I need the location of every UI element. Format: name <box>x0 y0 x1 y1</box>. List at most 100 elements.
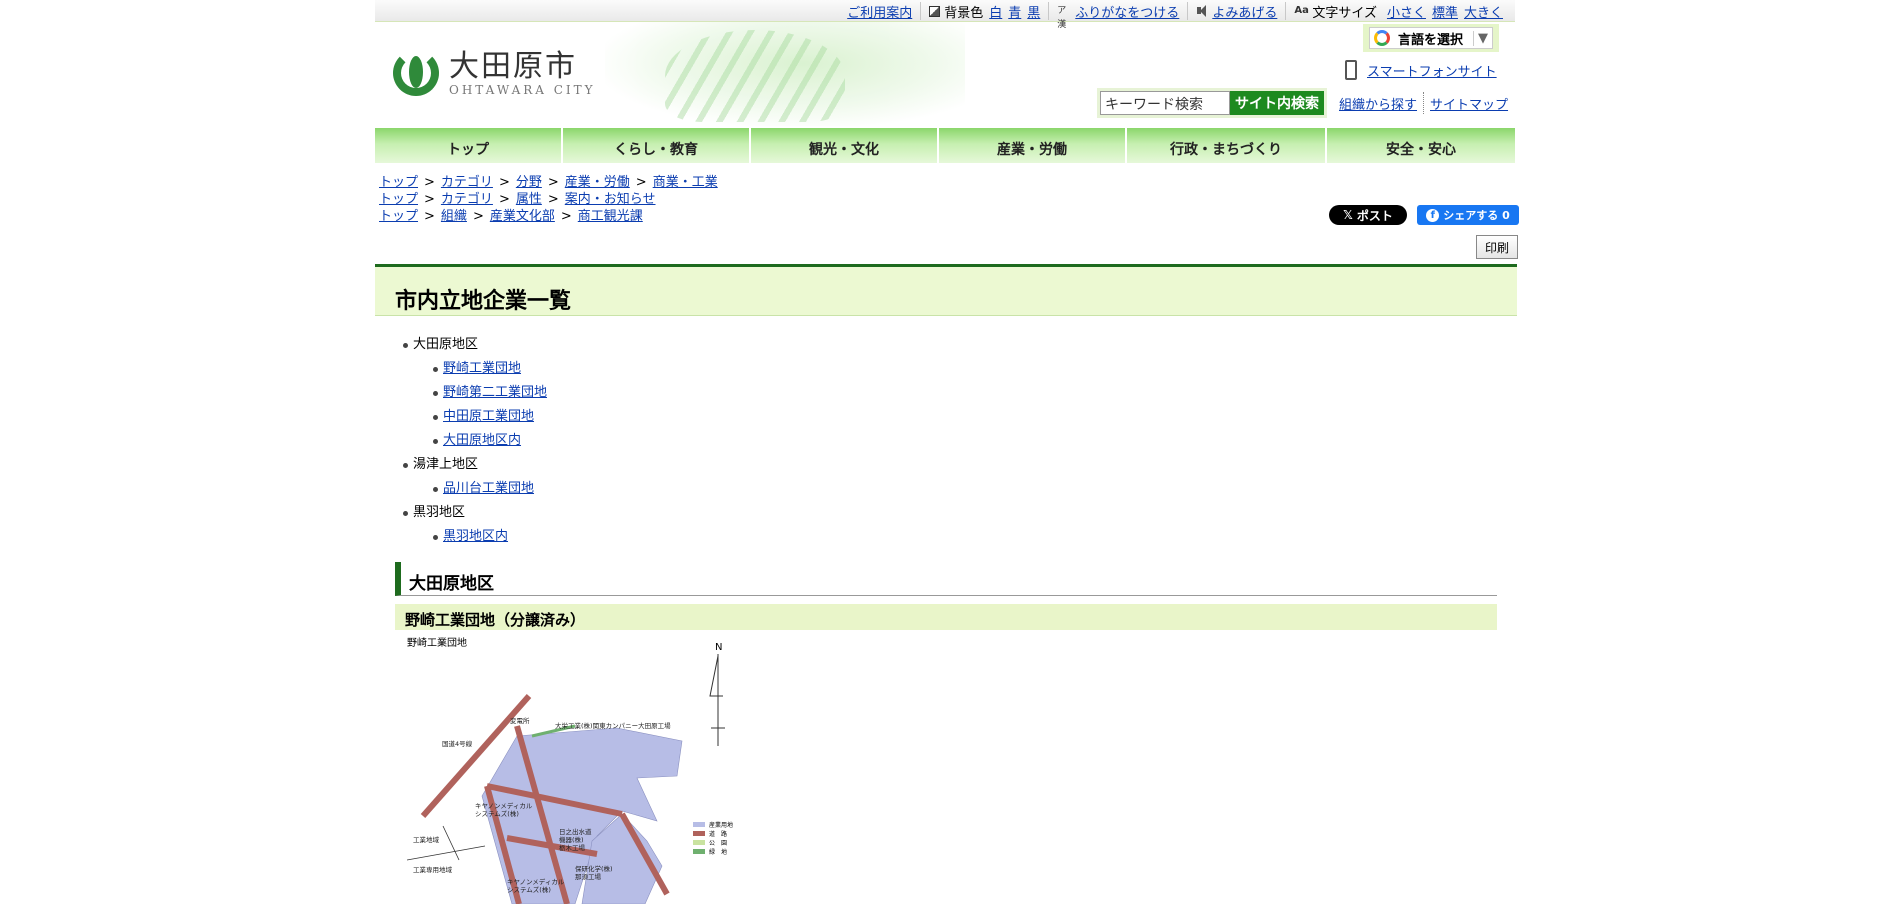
x-post-button[interactable]: 𝕏 ポスト <box>1329 205 1407 225</box>
breadcrumb-link[interactable]: トップ <box>379 192 418 207</box>
logo-name-en: OHTAWARA CITY <box>449 83 596 97</box>
site-header: 大田原市 OHTAWARA CITY 言語を選択 ▼ スマートフォンサイト キー… <box>375 22 1515 126</box>
nav-living-education[interactable]: くらし・教育 <box>563 128 751 163</box>
toc-item: 湯津上地区 <box>403 453 547 477</box>
breadcrumb-trail: トップ > カテゴリ > 属性 > 案内・お知らせ <box>379 192 656 207</box>
breadcrumb-link[interactable]: トップ <box>379 209 418 224</box>
map-label-company-top: 大栄工業(株)関東カンパニー大田原工場 <box>555 721 671 730</box>
map-label-canon-1: キヤノンメディカル <box>475 801 533 810</box>
facebook-share-button[interactable]: f シェアする 0 <box>1417 205 1519 225</box>
smartphone-site-link[interactable]: スマートフォンサイト <box>1367 61 1497 80</box>
toc-link[interactable]: 黒羽地区内 <box>443 525 508 549</box>
map-label-nikko: 日之出水道 <box>559 827 592 836</box>
logo-name-jp: 大田原市 <box>449 49 577 84</box>
legend-item: 産業用地 <box>709 821 733 829</box>
smartphone-icon <box>1345 60 1357 80</box>
toc-link[interactable]: 中田原工業団地 <box>443 405 534 429</box>
title-bar: 市内立地企業一覧 <box>375 264 1517 316</box>
text-large-link[interactable]: 大きく <box>1464 2 1503 21</box>
toc-link[interactable]: 品川台工業団地 <box>443 477 534 501</box>
map-label-industrial: 工業地域 <box>413 835 440 844</box>
map-title: 野崎工業団地 <box>407 636 467 649</box>
city-emblem-icon <box>393 50 439 98</box>
map-label-canon-2: キヤノンメディカル <box>507 877 565 886</box>
breadcrumb-link[interactable]: 商業・工業 <box>653 175 718 190</box>
legend-item: 公 園 <box>709 840 727 847</box>
facebook-icon: f <box>1426 208 1440 222</box>
nav-tourism-culture[interactable]: 観光・文化 <box>751 128 939 163</box>
section-heading-text: 大田原地区 <box>409 574 494 594</box>
breadcrumb-link[interactable]: 分野 <box>516 175 542 190</box>
north-label: N <box>715 642 722 653</box>
map-label-canon-1b: システムズ(株) <box>475 809 519 818</box>
map-label-nikko-c: 栃木工場 <box>559 843 586 852</box>
nav-admin-town[interactable]: 行政・まちづくり <box>1127 128 1327 163</box>
subsection-heading: 野崎工業団地（分譲済み） <box>395 604 1497 630</box>
header-links: 組織から探す サイトマップ <box>1339 92 1508 114</box>
furigana-link[interactable]: ふりがなをつける <box>1075 2 1179 21</box>
legend-item: 道 路 <box>709 830 727 838</box>
map-legend: 産業用地 道 路 公 園 緑 地 <box>693 821 733 856</box>
nav-top[interactable]: トップ <box>375 128 563 163</box>
map-label-hoken: 保研化学(株) <box>575 864 613 873</box>
google-icon <box>1374 30 1390 46</box>
map-label-exclusive: 工業専用地域 <box>413 865 453 874</box>
text-normal-link[interactable]: 標準 <box>1432 2 1458 21</box>
bg-blue-link[interactable]: 青 <box>1008 2 1021 21</box>
legend-item: 緑 地 <box>709 848 727 856</box>
chevron-down-icon: ▼ <box>1473 30 1492 46</box>
breadcrumb-link[interactable]: 属性 <box>516 192 542 207</box>
org-search-link[interactable]: 組織から探す <box>1339 94 1417 113</box>
page: ご利用案内 背景色 白 青 黒 ア漢 ふりがなをつける よみあげる Aa 文字サ… <box>375 0 1519 905</box>
toc-link[interactable]: 野崎第二工業団地 <box>443 381 547 405</box>
nav-industry-labor[interactable]: 産業・労働 <box>939 128 1127 163</box>
breadcrumb-link[interactable]: 組織 <box>441 209 467 224</box>
social-share: 𝕏 ポスト f シェアする 0 <box>1329 205 1519 225</box>
text-size-label: 文字サイズ <box>1312 5 1377 21</box>
read-aloud-link[interactable]: よみあげる <box>1212 2 1277 21</box>
toc-link[interactable]: 大田原地区内 <box>443 429 521 453</box>
map-label-route4: 国道4号線 <box>442 739 473 748</box>
site-search: キーワード検索 サイト内検索 <box>1097 88 1327 118</box>
text-small-link[interactable]: 小さく <box>1387 2 1426 21</box>
page-title: 市内立地企業一覧 <box>395 289 572 314</box>
speaker-icon <box>1196 4 1208 18</box>
site-logo[interactable]: 大田原市 OHTAWARA CITY <box>393 50 596 98</box>
usage-guide-link[interactable]: ご利用案内 <box>847 2 912 21</box>
table-of-contents: 大田原地区 野崎工業団地 野崎第二工業団地 中田原工業団地 大田原地区内 湯津上… <box>403 333 547 549</box>
map-label-nikko-b: 機器(株) <box>559 835 584 844</box>
map-label-hoken-b: 那須工場 <box>575 872 602 881</box>
language-select-button[interactable]: 言語を選択 ▼ <box>1369 27 1493 49</box>
bg-black-link[interactable]: 黒 <box>1027 2 1040 21</box>
toc-link[interactable]: 野崎工業団地 <box>443 357 521 381</box>
smartphone-site: スマートフォンサイト <box>1345 60 1497 80</box>
breadcrumb-trail: トップ > 組織 > 産業文化部 > 商工観光課 <box>379 209 643 224</box>
search-input[interactable]: キーワード検索 <box>1100 91 1230 115</box>
x-icon: 𝕏 <box>1343 208 1353 222</box>
furigana-icon: ア漢 <box>1057 6 1067 30</box>
global-nav: トップ くらし・教育 観光・文化 産業・労働 行政・まちづくり 安全・安心 <box>375 128 1515 163</box>
breadcrumb-link[interactable]: カテゴリ <box>441 175 493 190</box>
section-heading: 大田原地区 <box>395 562 1497 596</box>
divider <box>1423 92 1425 114</box>
bg-white-link[interactable]: 白 <box>989 2 1002 21</box>
nav-safety[interactable]: 安全・安心 <box>1327 128 1515 163</box>
breadcrumb-link[interactable]: 商工観光課 <box>578 209 643 224</box>
breadcrumb-link[interactable]: 産業・労働 <box>565 175 630 190</box>
sitemap-link[interactable]: サイトマップ <box>1430 94 1508 113</box>
toc-item: 大田原地区 <box>403 333 547 357</box>
breadcrumb-trail: トップ > カテゴリ > 分野 > 産業・労働 > 商業・工業 <box>379 175 718 190</box>
map-label-canon-2b: システムズ(株) <box>507 885 551 894</box>
search-button[interactable]: サイト内検索 <box>1230 91 1324 115</box>
translate-widget: 言語を選択 ▼ <box>1363 24 1499 52</box>
breadcrumb-link[interactable]: トップ <box>379 175 418 190</box>
breadcrumb-link[interactable]: 案内・お知らせ <box>565 192 656 207</box>
x-post-label: ポスト <box>1356 208 1393 223</box>
utility-bar: ご利用案内 背景色 白 青 黒 ア漢 ふりがなをつける よみあげる Aa 文字サ… <box>375 0 1515 30</box>
breadcrumb-link[interactable]: 産業文化部 <box>490 209 555 224</box>
breadcrumb-link[interactable]: カテゴリ <box>441 192 493 207</box>
print-button[interactable]: 印刷 <box>1476 235 1518 259</box>
map-label-substation: 変電所 <box>510 716 530 725</box>
toc-item: 黒羽地区 <box>403 501 547 525</box>
breadcrumb: トップ > カテゴリ > 分野 > 産業・労働 > 商業・工業 トップ > カテゴリ > 属性 > 案内・お… <box>379 174 718 225</box>
